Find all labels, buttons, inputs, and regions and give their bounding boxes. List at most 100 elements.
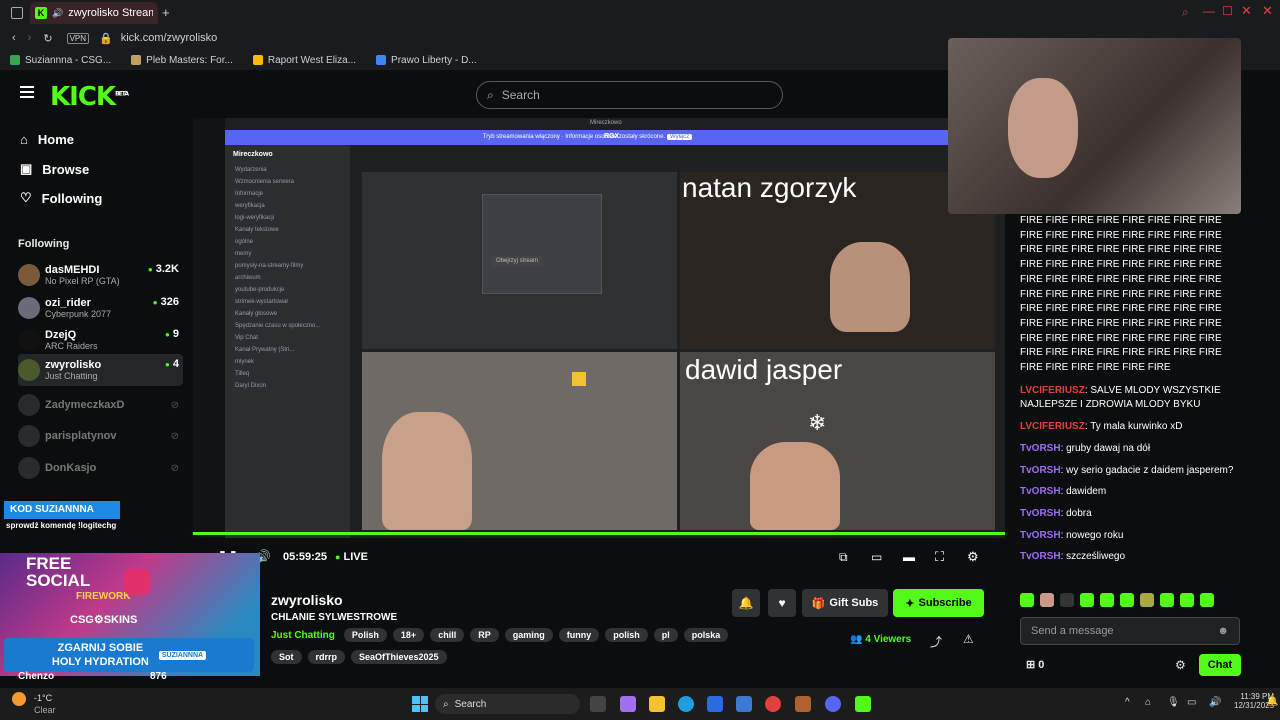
stream-tag[interactable]: pl [653,628,678,642]
chat-username[interactable]: TvORSH [1020,551,1061,562]
vpn-badge[interactable]: VPN [66,32,90,44]
kick-app-icon[interactable] [855,696,871,712]
copilot-icon[interactable] [620,696,636,712]
new-tab-button[interactable]: + [162,5,170,20]
stream-tag[interactable]: Sot [271,650,302,664]
stream-tag[interactable]: funny [558,628,600,642]
chat-username[interactable]: TvORSH [1020,486,1061,497]
progress-bar[interactable] [193,532,1005,535]
weather-temp[interactable]: -1°C [34,693,52,703]
sidebar-item-partial[interactable]: Chenzo [18,671,54,682]
app-icon[interactable] [795,696,811,712]
nav-following[interactable]: ♡ Following [20,190,102,206]
taskbar-search[interactable]: ⌕ Search [435,694,580,714]
minimize-icon[interactable]: — [1203,4,1215,18]
stream-tag[interactable]: gaming [504,628,553,642]
close-icon[interactable]: ✕ [1262,3,1273,19]
stream-tag[interactable]: 18+ [392,628,425,642]
report-icon[interactable]: ⚠ [963,632,974,646]
mail-icon[interactable] [736,696,752,712]
stream-tag[interactable]: polish [605,628,648,642]
offline-channel[interactable]: ZadymeczkaxD ⊘ [18,389,183,421]
reload-icon[interactable]: ↻ [43,32,52,45]
chat-settings-icon[interactable]: ⚙ [1175,658,1186,672]
chat-username[interactable]: LVCIFERIUSZ [1020,421,1085,432]
file-explorer-icon[interactable] [649,696,665,712]
browser-tab[interactable]: K 🔊 zwyrolisko Stream - W [30,2,158,24]
task-view-icon[interactable] [590,696,606,712]
gift-subs-button[interactable]: 🎁 Gift Subs [802,589,888,617]
search-tabs-icon[interactable]: ⌕ [1182,5,1189,20]
nav-home[interactable]: ⌂ Home [20,132,74,147]
notification-bell-icon[interactable]: 🔔 [732,589,760,617]
menu-icon[interactable] [20,86,34,98]
share-icon[interactable]: ⤴ [930,633,942,650]
viewer-count: 876 [150,671,167,682]
stream-tag[interactable]: polska [683,628,729,642]
following-channel[interactable]: dasMEHDINo Pixel RP (GTA) 3.2K [18,259,183,291]
stream-tag[interactable]: SeaOfThieves2025 [351,650,447,664]
emoji-icon[interactable]: ☻ [1217,625,1229,637]
follow-heart-icon[interactable]: ♥ [768,589,796,617]
chat-username[interactable]: LVCIFERIUSZ [1020,385,1085,396]
following-channel[interactable]: ozi_riderCyberpunk 2077 326 [18,292,183,324]
emote-icon[interactable] [1140,593,1154,607]
windows-start-icon[interactable] [412,696,428,712]
category-link[interactable]: Just Chatting [271,630,335,641]
chat-username[interactable]: TvORSH [1020,443,1061,454]
taskbar-volume-icon[interactable]: 🔊 [1209,697,1221,708]
clip-icon[interactable]: ▭ [871,550,882,564]
discord-icon[interactable] [825,696,841,712]
emote-icon[interactable] [1200,593,1214,607]
chat-username[interactable]: TvORSH [1020,465,1061,476]
following-channel-active[interactable]: zwyroliskoJust Chatting 4 [18,354,183,386]
forward-icon[interactable]: › [28,32,32,44]
search-input[interactable]: ⌕ Search [476,81,783,109]
url-field[interactable]: kick.com/zwyrolisko [121,32,218,44]
bookmark-item[interactable]: Suziannna - CSG... [10,55,111,66]
subscribe-button[interactable]: ✦ Subscribe [893,589,984,617]
tray-overflow-icon[interactable]: ^ [1125,697,1130,708]
emote-icon[interactable] [1060,593,1074,607]
nav-browse[interactable]: ▣ Browse [20,161,89,177]
back-icon[interactable]: ‹ [12,32,16,44]
offline-channel[interactable]: DonKasjo ⊘ [18,452,183,484]
emote-icon[interactable] [1120,593,1134,607]
channel-points[interactable]: ⊞ 0 [1026,658,1044,671]
fullscreen-icon[interactable]: ⛶ [935,549,944,565]
chat-username[interactable]: TvORSH [1020,508,1061,519]
offline-channel[interactable]: parisplatynov ⊘ [18,420,183,452]
emote-icon[interactable] [1160,593,1174,607]
theater-icon[interactable]: ▬ [903,550,915,564]
network-icon[interactable]: ⌂ [1145,697,1151,708]
bookmark-item[interactable]: Prawo Liberty - D... [376,55,477,66]
store-icon[interactable] [707,696,723,712]
chat-input[interactable]: Send a message ☻ [1020,617,1240,645]
settings-icon[interactable]: ⚙ [967,549,979,565]
workspaces-icon[interactable] [11,7,23,19]
bookmark-item[interactable]: Pleb Masters: For... [131,55,233,66]
pip-icon[interactable]: ⧉ [839,550,848,565]
kick-logo[interactable]: KICKBETA [50,82,129,112]
emote-icon[interactable] [1020,593,1034,607]
streamer-name[interactable]: zwyrolisko [271,592,343,608]
stream-tag[interactable]: rdrrp [307,650,346,664]
maximize-icon[interactable]: ☐ [1222,4,1233,18]
emote-icon[interactable] [1180,593,1194,607]
opera-gx-icon[interactable] [765,696,781,712]
stream-tag[interactable]: Polish [343,628,387,642]
emote-icon[interactable] [1080,593,1094,607]
bookmark-item[interactable]: Raport West Eliza... [252,55,356,66]
mic-icon[interactable]: 🎙 [1167,697,1180,708]
edge-icon[interactable] [678,696,694,712]
display-icon[interactable]: ▭ [1187,697,1196,708]
chat-send-button[interactable]: Chat [1199,654,1241,676]
emote-icon[interactable] [1040,593,1054,607]
close-window-icon[interactable]: ✕ [1241,3,1252,19]
stream-tag[interactable]: chill [430,628,465,642]
chat-username[interactable]: TvORSH [1020,530,1061,541]
stream-tag[interactable]: RP [470,628,499,642]
emote-icon[interactable] [1100,593,1114,607]
following-channel[interactable]: DzejQARC Raiders 9 [18,324,183,356]
notification-icon[interactable]: 🔔 [1266,696,1278,707]
